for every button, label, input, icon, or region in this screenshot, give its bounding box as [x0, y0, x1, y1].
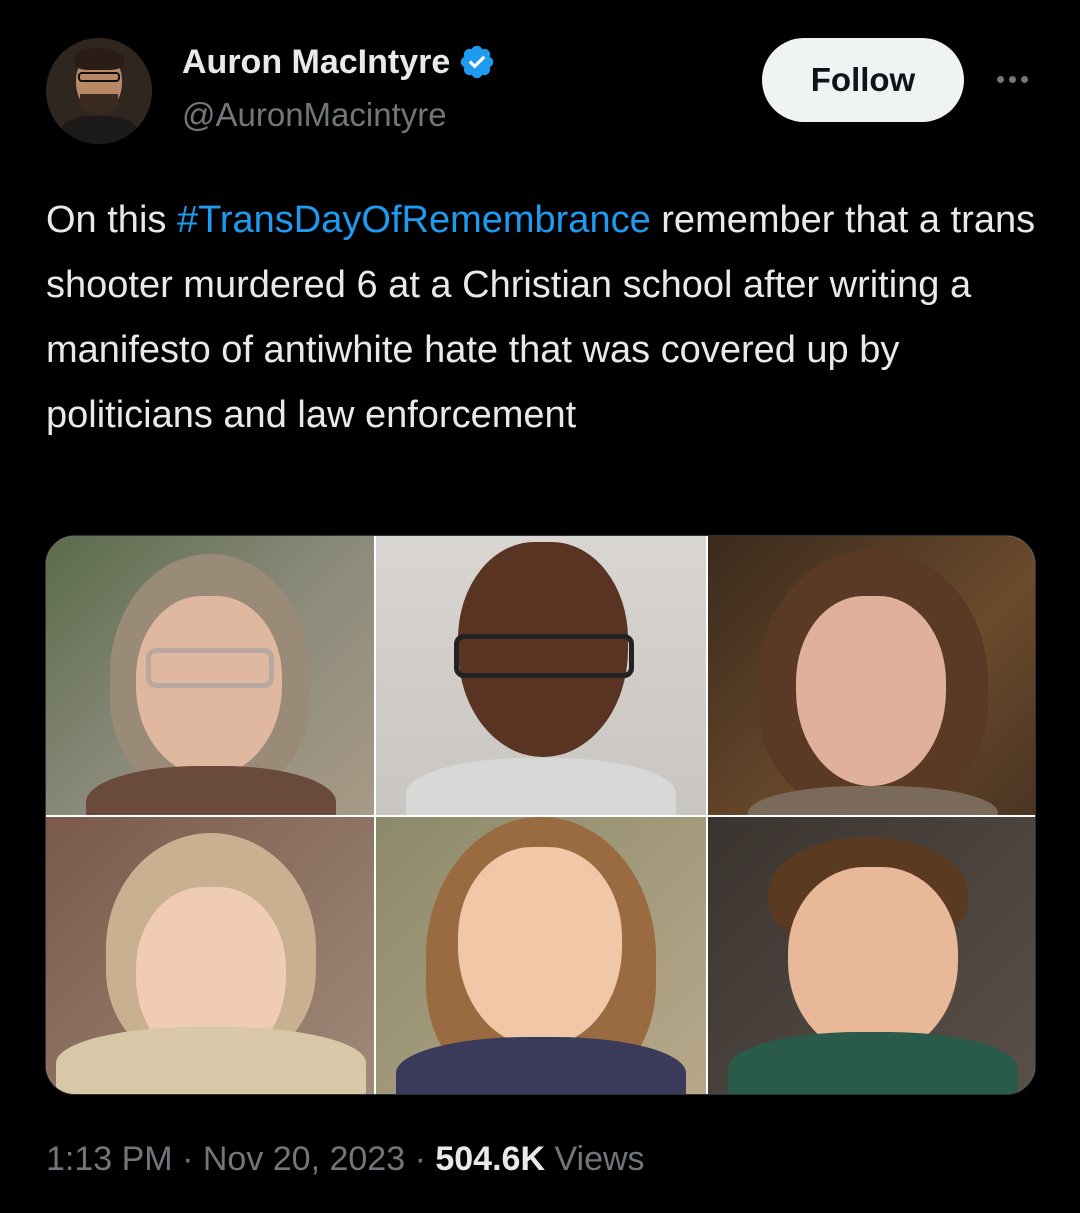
avatar-hair	[74, 48, 124, 70]
author-avatar[interactable]	[46, 38, 152, 144]
photo-6[interactable]	[708, 817, 1035, 1094]
photo-2[interactable]	[376, 536, 706, 815]
tweet-date[interactable]: Nov 20, 2023	[203, 1140, 405, 1178]
author-name[interactable]: Auron MacIntyre	[182, 43, 450, 82]
author-name-row: Auron MacIntyre	[182, 42, 496, 82]
follow-button[interactable]: Follow	[762, 38, 964, 122]
media-grid[interactable]	[45, 535, 1036, 1095]
author-handle[interactable]: @AuronMacintyre	[182, 96, 447, 134]
avatar-beard	[80, 94, 118, 114]
hashtag-link[interactable]: #TransDayOfRemembrance	[177, 199, 651, 241]
avatar-glasses	[78, 72, 120, 82]
dot	[996, 75, 1004, 83]
tweet-meta: 1:13 PM · Nov 20, 2023 · 504.6K Views	[46, 1140, 645, 1179]
photo-5[interactable]	[376, 817, 706, 1094]
tweet-text-before: On this	[46, 199, 177, 241]
views-label: Views	[554, 1140, 645, 1178]
meta-separator: ·	[414, 1140, 426, 1178]
tweet-text: On this #TransDayOfRemembrance remember …	[46, 188, 1036, 448]
dot	[1020, 75, 1028, 83]
verified-badge-icon	[461, 45, 494, 79]
photo-4[interactable]	[46, 817, 374, 1094]
photo-1[interactable]	[46, 536, 374, 815]
more-options-icon[interactable]	[990, 60, 1034, 98]
avatar-body	[60, 116, 138, 144]
photo-3[interactable]	[708, 536, 1035, 815]
dot	[1008, 75, 1016, 83]
views-count[interactable]: 504.6K	[435, 1140, 545, 1178]
meta-separator: ·	[182, 1140, 194, 1178]
tweet-time[interactable]: 1:13 PM	[46, 1140, 173, 1178]
